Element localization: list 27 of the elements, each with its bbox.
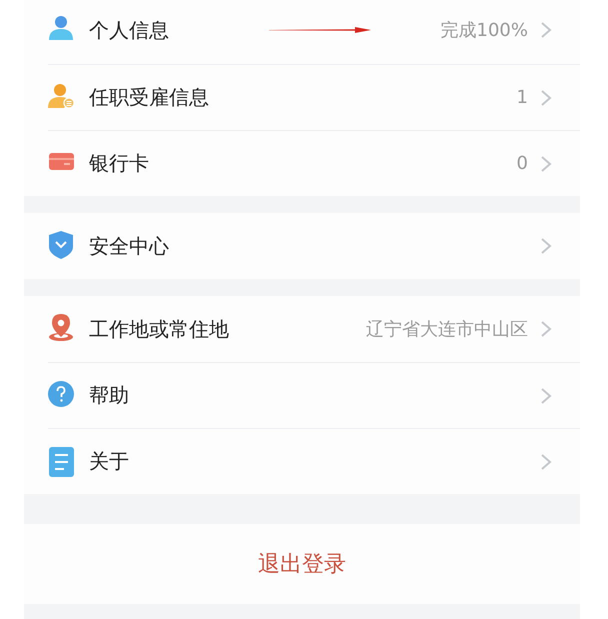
row-label: 帮助 (89, 382, 129, 409)
shield-icon (48, 230, 75, 262)
row-label: 个人信息 (89, 16, 169, 44)
row-label: 安全中心 (89, 232, 169, 260)
row-value: 0 (516, 153, 528, 174)
chevron-icon (540, 21, 552, 39)
row-value: 辽宁省大连市中山区 (366, 318, 528, 341)
row-label: 任职受雇信息 (89, 84, 209, 111)
row-value: 完成100% (440, 19, 528, 42)
chevron-icon (540, 237, 552, 255)
chevron-icon (540, 452, 552, 470)
menu-row[interactable]: 任职受雇信息 1 (48, 64, 580, 130)
chevron-icon (540, 386, 552, 404)
logout-button[interactable]: 退出登录 (238, 541, 366, 587)
row-value: 1 (516, 87, 528, 108)
menu-row[interactable]: 银行卡 0 (48, 130, 580, 196)
chevron-icon (540, 320, 552, 338)
menu-row[interactable]: 关于 (48, 428, 580, 494)
row-label: 工作地或常住地 (89, 316, 229, 342)
row-label: 银行卡 (89, 150, 149, 177)
chevron-icon (540, 154, 552, 172)
row-label: 关于 (89, 448, 129, 475)
menu-row[interactable]: 工作地或常住地 辽宁省大连市中山区 (48, 296, 580, 362)
document-icon (48, 446, 75, 478)
menu-row[interactable]: 个人信息 完成100% (48, 0, 580, 64)
chevron-icon (540, 88, 552, 106)
menu-row[interactable]: 帮助 (48, 362, 580, 428)
